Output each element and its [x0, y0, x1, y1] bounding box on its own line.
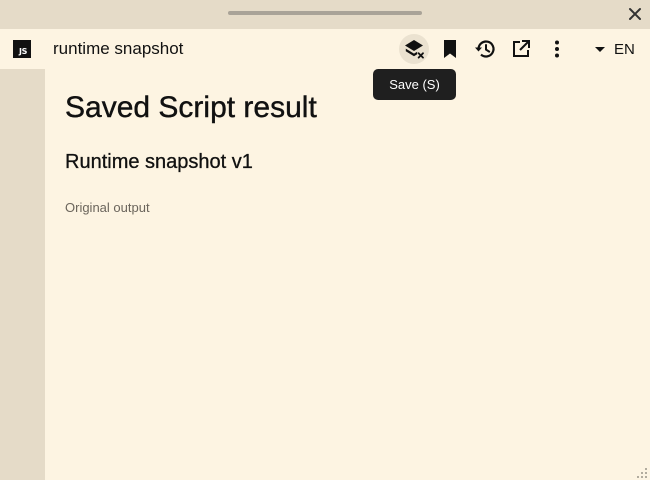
- window-drag-bar[interactable]: [0, 0, 650, 29]
- resize-grip-icon[interactable]: [636, 466, 648, 478]
- output-caption: Original output: [65, 200, 150, 215]
- bookmark-icon[interactable]: [438, 37, 462, 61]
- save-tooltip: Save (S): [373, 69, 456, 100]
- page-title: Saved Script result: [65, 91, 317, 124]
- save-layers-icon: [405, 40, 424, 59]
- drag-handle[interactable]: [228, 11, 422, 15]
- page-name: runtime snapshot: [53, 39, 184, 58]
- close-icon[interactable]: [626, 5, 644, 23]
- open-external-icon[interactable]: [509, 37, 533, 61]
- snapshot-heading: Runtime snapshot v1: [65, 151, 253, 173]
- language-selector[interactable]: EN: [614, 41, 635, 58]
- js-logo-icon: JS: [13, 40, 31, 58]
- toolbar: JS runtime snapshot EN: [0, 29, 650, 69]
- save-button[interactable]: [399, 34, 429, 64]
- app-window: JS runtime snapshot EN Save (S) Saved Sc…: [0, 0, 650, 480]
- side-panel-strip: [0, 69, 45, 480]
- history-icon[interactable]: [473, 37, 497, 61]
- more-vert-icon[interactable]: [545, 37, 569, 61]
- language-dropdown-arrow-icon[interactable]: [595, 47, 605, 52]
